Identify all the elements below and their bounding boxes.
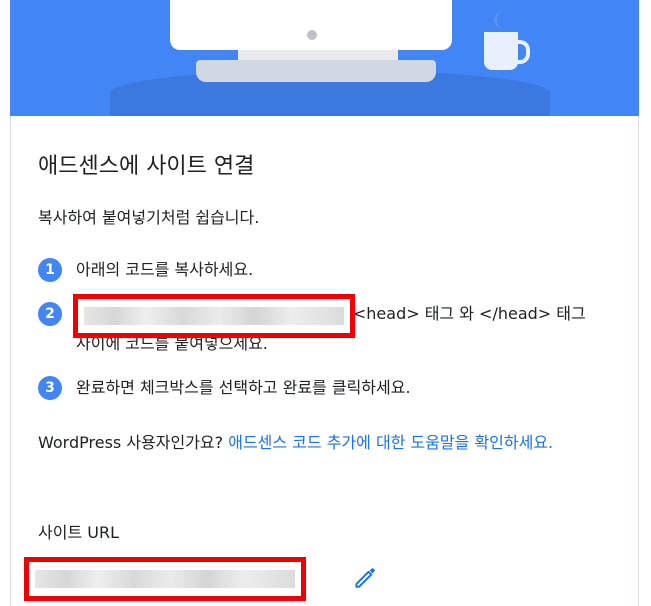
redacted-url-field xyxy=(24,557,306,601)
monitor-dot xyxy=(307,30,317,40)
card-subtitle: 복사하여 붙여넣기처럼 쉽습니다. xyxy=(38,208,260,227)
step-number-badge: 1 xyxy=(38,258,62,282)
steam-icon xyxy=(494,12,511,28)
wordpress-text: WordPress 사용자인가요? xyxy=(38,433,229,452)
hero-illustration xyxy=(10,0,639,116)
step-text: 완료하면 체크박스를 선택하고 완료를 클릭하세요. xyxy=(76,378,411,397)
step-number-badge: 3 xyxy=(38,376,62,400)
monitor-stand xyxy=(238,50,398,60)
redacted-code-box xyxy=(73,294,355,338)
step-number-badge: 2 xyxy=(38,302,62,326)
site-url-label: 사이트 URL xyxy=(38,523,119,542)
mug-handle xyxy=(512,40,530,64)
pencil-icon[interactable] xyxy=(352,564,378,590)
step-3: 3 완료하면 체크박스를 선택하고 완료를 클릭하세요. xyxy=(38,376,411,403)
monitor-icon xyxy=(170,0,452,50)
step-1: 1 아래의 코드를 복사하세요. xyxy=(38,258,253,285)
help-link[interactable]: 애드센스 코드 추가에 대한 도움말을 확인하세요. xyxy=(228,433,553,452)
blurred-content xyxy=(84,307,344,325)
wordpress-help: WordPress 사용자인가요? 애드센스 코드 추가에 대한 도움말을 확인… xyxy=(38,427,608,459)
monitor-base xyxy=(196,60,436,82)
card-title: 애드센스에 사이트 연결 xyxy=(38,154,255,179)
step-text: 아래의 코드를 복사하세요. xyxy=(76,260,254,279)
blurred-content xyxy=(35,570,295,588)
